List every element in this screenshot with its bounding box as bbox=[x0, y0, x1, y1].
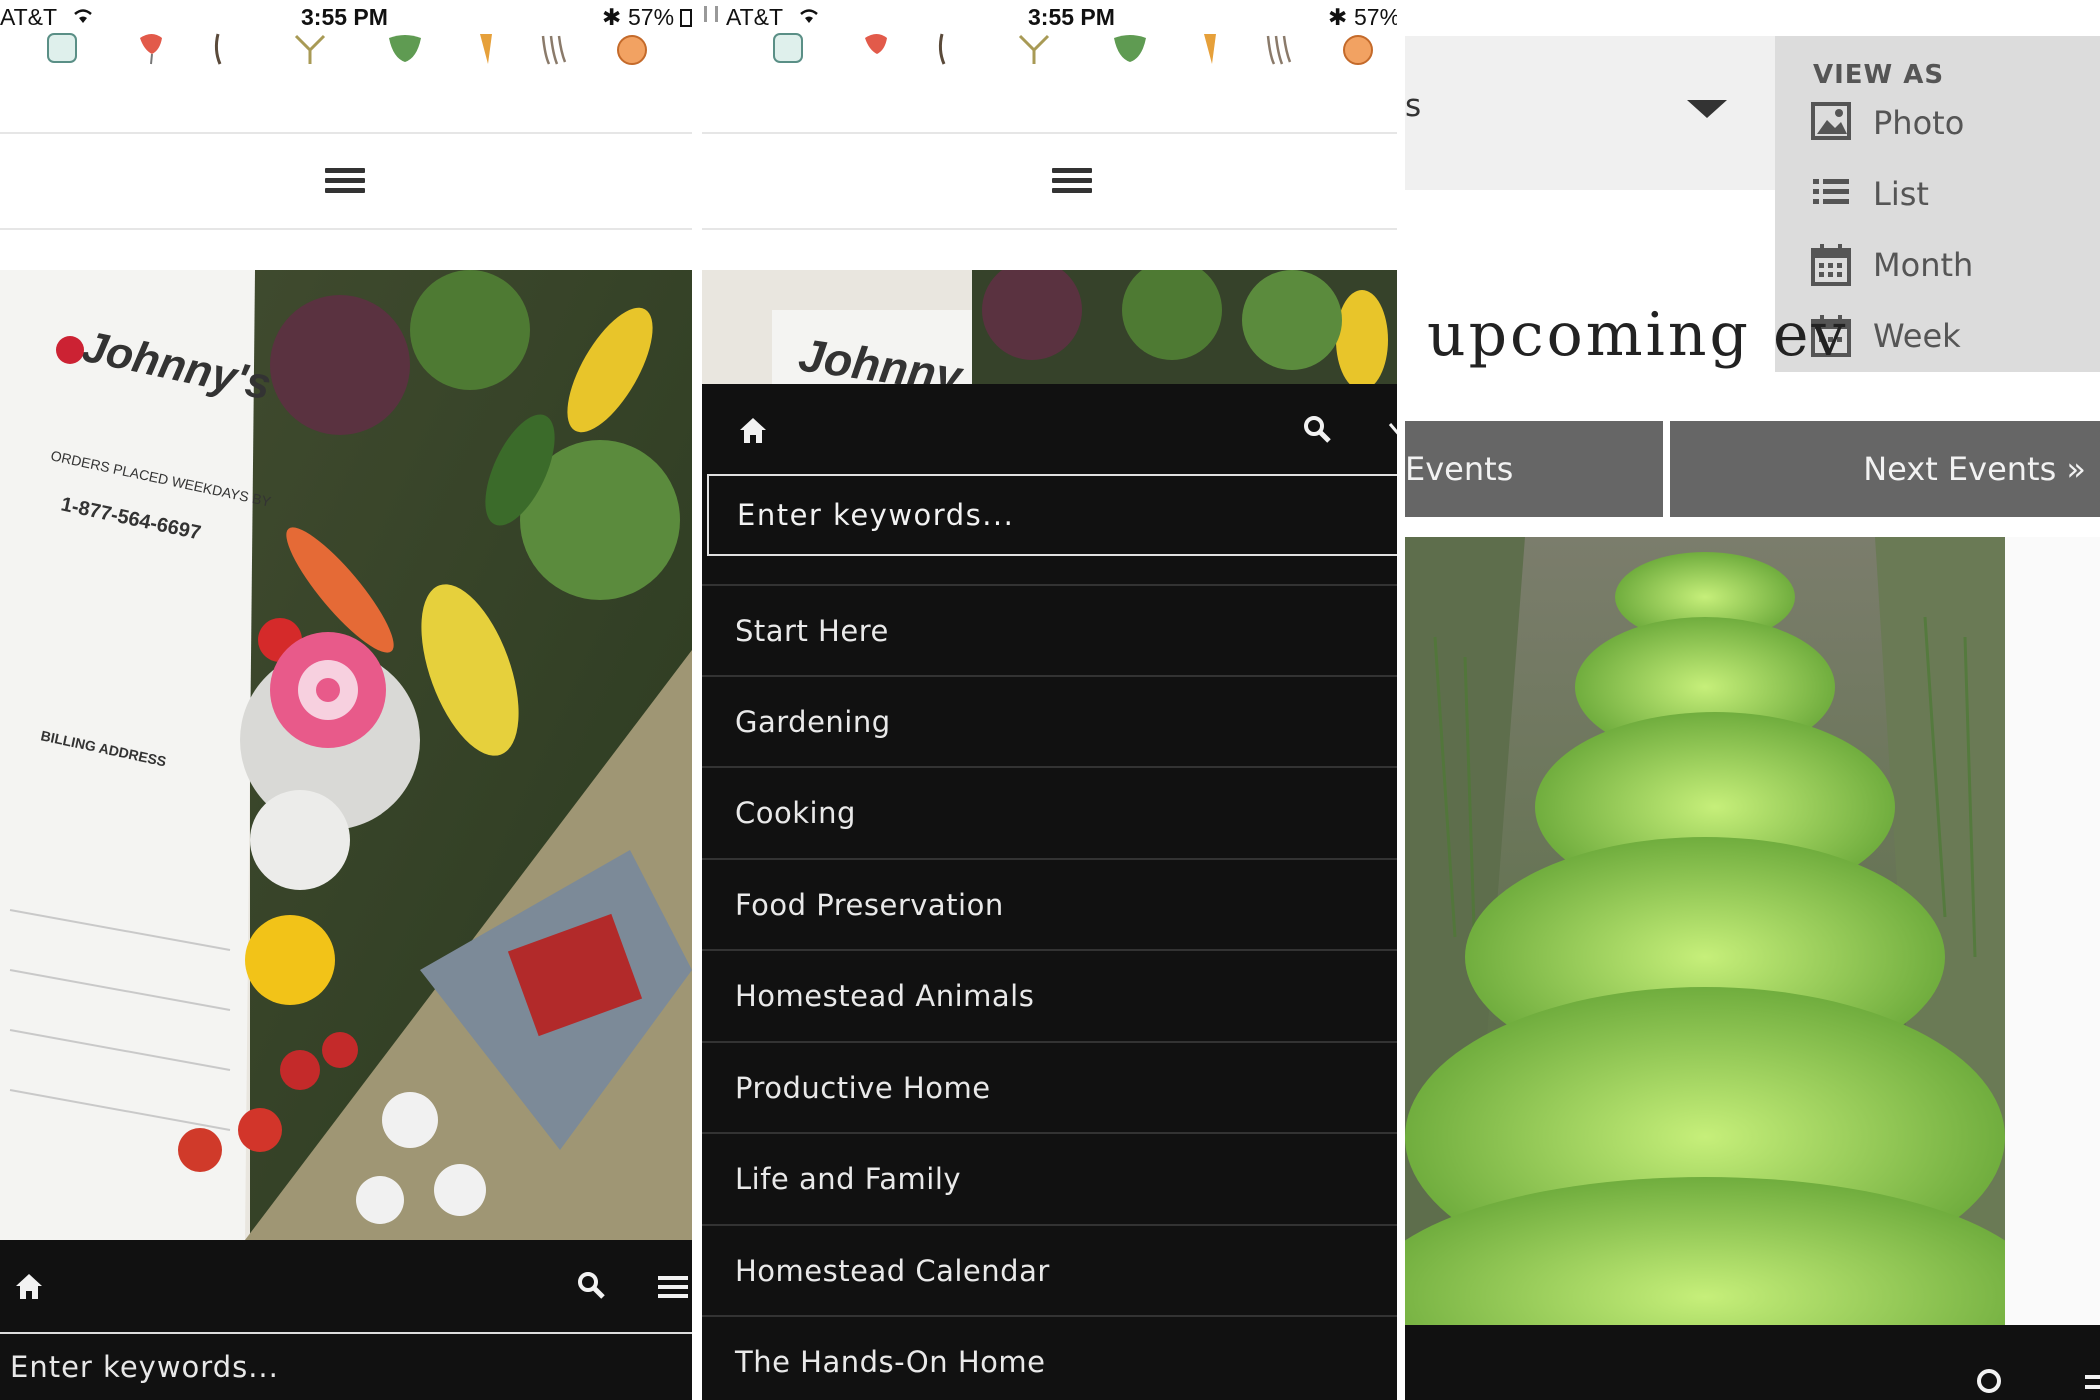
view-as-month-label: Month bbox=[1873, 246, 1974, 284]
home-icon[interactable] bbox=[14, 1272, 44, 1300]
battery-icon bbox=[680, 9, 692, 27]
view-as-week-label: Week bbox=[1873, 317, 1961, 355]
hero-image-seed-catalog: Johnny bbox=[702, 270, 1397, 384]
menu-item-start-here[interactable]: Start Here bbox=[702, 584, 1397, 674]
illustration-strip bbox=[0, 32, 692, 72]
jar-doodle bbox=[773, 33, 803, 63]
wifi-icon bbox=[74, 9, 92, 23]
search-icon[interactable] bbox=[576, 1270, 606, 1300]
home-icon[interactable] bbox=[738, 416, 768, 444]
dropdown-arrow-icon[interactable] bbox=[1687, 100, 1727, 118]
heart-doodle bbox=[140, 34, 162, 65]
screen-1-home: AT&T 3:55 PM ✱ 57% Johnny's ORDERS PLACE… bbox=[0, 0, 692, 1400]
view-as-list-label: List bbox=[1873, 175, 1929, 213]
panel-gap bbox=[692, 0, 702, 1400]
status-bar: AT&T 3:55 PM ✱ 57% bbox=[702, 0, 1397, 36]
view-as-photo[interactable]: Photo bbox=[1811, 98, 2071, 148]
divider bbox=[0, 228, 692, 230]
carrier-label: AT&T bbox=[0, 4, 58, 30]
view-as-week[interactable]: Week bbox=[1811, 311, 2071, 361]
illustration-strip bbox=[702, 32, 1397, 72]
leaf-doodle bbox=[1114, 35, 1146, 62]
menu-item-hands-on-home[interactable]: The Hands-On Home bbox=[702, 1315, 1397, 1400]
clock: 3:55 PM bbox=[1028, 4, 1115, 30]
status-bar: AT&T 3:55 PM ✱ 57% bbox=[0, 0, 692, 36]
signal-icon bbox=[704, 6, 718, 22]
clock: 3:55 PM bbox=[301, 4, 388, 30]
search-bar: Enter keywords... bbox=[0, 1334, 692, 1400]
screen-3-calendar: s VIEW AS Photo List Month Week upcoming… bbox=[1405, 0, 2100, 1400]
bluetooth-icon: ✱ bbox=[602, 4, 622, 30]
calendar-icon bbox=[1811, 244, 1851, 286]
battery-percent: 57% bbox=[628, 4, 675, 30]
bluetooth-icon: ✱ bbox=[1328, 4, 1348, 30]
list-icon bbox=[1813, 179, 1849, 204]
fork-doodle bbox=[1266, 35, 1292, 65]
hero-image-seed-catalog: Johnny's ORDERS PLACED WEEKDAYS BY 1-877… bbox=[0, 270, 692, 1240]
menu-toolbar bbox=[702, 384, 1397, 474]
menu-item-gardening[interactable]: Gardening bbox=[702, 675, 1397, 765]
view-as-title: VIEW AS bbox=[1813, 60, 1945, 90]
next-events-button[interactable]: Next Events » bbox=[1670, 421, 2100, 517]
divider bbox=[0, 132, 692, 134]
jar-doodle bbox=[47, 33, 77, 63]
category-select[interactable]: s bbox=[1405, 36, 1775, 190]
herb-doodle bbox=[1018, 34, 1050, 64]
menu-item-life-and-family[interactable]: Life and Family bbox=[702, 1132, 1397, 1222]
menu-item-cooking[interactable]: Cooking bbox=[702, 766, 1397, 856]
bottom-toolbar bbox=[1405, 1325, 2100, 1400]
previous-events-button[interactable]: Events bbox=[1405, 421, 1663, 517]
page-margin bbox=[2005, 537, 2100, 1325]
menu-item-homestead-animals[interactable]: Homestead Animals bbox=[702, 949, 1397, 1039]
view-as-month[interactable]: Month bbox=[1811, 240, 2071, 290]
bottom-toolbar bbox=[0, 1240, 692, 1332]
search-icon[interactable] bbox=[1302, 414, 1332, 444]
hamburger-menu-icon[interactable] bbox=[325, 168, 365, 194]
search-input[interactable]: Enter keywords... bbox=[10, 1350, 279, 1384]
menu-item-homestead-calendar[interactable]: Homestead Calendar bbox=[702, 1224, 1397, 1314]
hamburger-menu-icon[interactable] bbox=[658, 1276, 688, 1298]
navigation-menu: Enter keywords... Start Here Gardening C… bbox=[702, 474, 1397, 1400]
menu-item-food-preservation[interactable]: Food Preservation bbox=[702, 858, 1397, 948]
menu-item-productive-home[interactable]: Productive Home bbox=[702, 1041, 1397, 1131]
view-as-photo-label: Photo bbox=[1873, 104, 1965, 142]
carrot-doodle bbox=[480, 34, 492, 64]
hamburger-menu-icon[interactable] bbox=[2085, 1375, 2100, 1399]
page-heading: upcoming ev bbox=[1427, 300, 1849, 370]
heart-doodle bbox=[865, 34, 887, 54]
wifi-icon bbox=[800, 9, 818, 23]
fork-doodle bbox=[541, 35, 567, 65]
view-as-list[interactable]: List bbox=[1811, 169, 2071, 219]
carrier-label: AT&T bbox=[726, 4, 784, 30]
leaf-doodle bbox=[389, 35, 421, 62]
sprout-doodle bbox=[938, 33, 946, 65]
peach-doodle bbox=[617, 35, 647, 65]
divider bbox=[702, 228, 1397, 230]
divider bbox=[702, 132, 1397, 134]
search-icon[interactable] bbox=[1975, 1367, 2009, 1400]
select-value: s bbox=[1405, 88, 1422, 124]
battery-percent: 57% bbox=[1354, 4, 1397, 30]
close-icon[interactable] bbox=[1388, 420, 1397, 442]
sprout-doodle bbox=[214, 33, 222, 65]
herb-doodle bbox=[294, 34, 326, 64]
panel-gap bbox=[1397, 0, 1405, 1400]
carrot-doodle bbox=[1204, 34, 1216, 64]
search-input[interactable]: Enter keywords... bbox=[707, 474, 1397, 556]
screen-2-menu-open: AT&T 3:55 PM ✱ 57% Johnny Enter keywords… bbox=[702, 0, 1397, 1400]
event-image-lettuce bbox=[1405, 537, 2005, 1325]
hamburger-menu-icon[interactable] bbox=[1052, 168, 1092, 194]
peach-doodle bbox=[1343, 35, 1373, 65]
photo-icon bbox=[1811, 102, 1851, 140]
